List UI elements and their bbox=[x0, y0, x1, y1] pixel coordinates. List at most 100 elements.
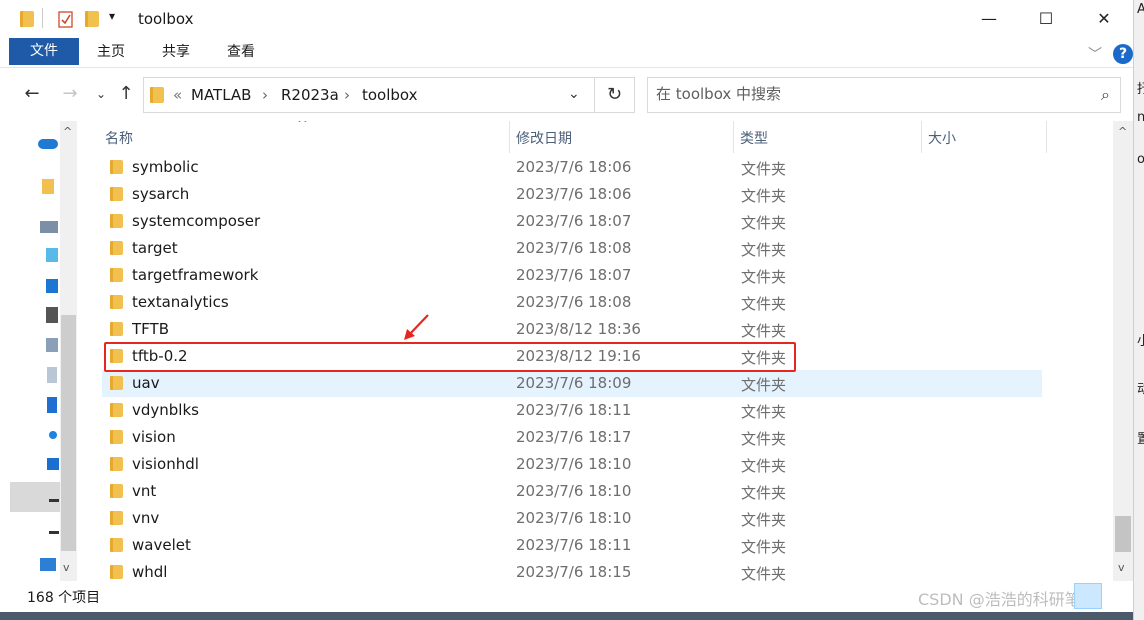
scroll-up-icon[interactable]: ^ bbox=[63, 125, 72, 138]
column-divider[interactable] bbox=[921, 121, 922, 153]
file-row[interactable]: symbolic 2023/7/6 18:06 文件夹 bbox=[102, 154, 1042, 181]
title-bar: ▾ toolbox — ☐ ✕ bbox=[0, 0, 1133, 38]
file-row[interactable]: visionhdl 2023/7/6 18:10 文件夹 bbox=[102, 451, 1042, 478]
column-divider[interactable] bbox=[733, 121, 734, 153]
nav-item-selected[interactable] bbox=[10, 482, 60, 512]
file-row[interactable]: vision 2023/7/6 18:17 文件夹 bbox=[102, 424, 1042, 451]
network-icon[interactable] bbox=[40, 558, 56, 571]
file-type: 文件夹 bbox=[741, 268, 787, 286]
close-button[interactable]: ✕ bbox=[1081, 4, 1127, 34]
background-window-text: n bbox=[1137, 110, 1144, 125]
file-row[interactable]: target 2023/7/6 18:08 文件夹 bbox=[102, 235, 1042, 262]
videos-icon[interactable] bbox=[46, 307, 58, 323]
scroll-down-icon[interactable]: v bbox=[63, 561, 70, 574]
maximize-button[interactable]: ☐ bbox=[1023, 4, 1069, 34]
file-name: uav bbox=[132, 374, 160, 392]
file-name: target bbox=[132, 239, 178, 257]
folder-icon bbox=[110, 187, 123, 201]
file-row[interactable]: vdynblks 2023/7/6 18:11 文件夹 bbox=[102, 397, 1042, 424]
documents-icon[interactable] bbox=[47, 367, 57, 383]
file-row[interactable]: targetframework 2023/7/6 18:07 文件夹 bbox=[102, 262, 1042, 289]
watermark: CSDN @浩浩的科研笔记 bbox=[918, 590, 1097, 609]
drive-icon[interactable] bbox=[49, 499, 59, 502]
music-icon[interactable] bbox=[49, 431, 57, 439]
window-title: toolbox bbox=[138, 10, 194, 28]
search-icon[interactable]: ⌕ bbox=[1101, 85, 1110, 105]
column-header-name[interactable]: 名称 bbox=[105, 128, 133, 148]
objects-3d-icon[interactable] bbox=[46, 248, 58, 262]
file-name: visionhdl bbox=[132, 455, 199, 473]
scroll-down-icon[interactable]: v bbox=[1118, 561, 1125, 574]
column-divider[interactable] bbox=[509, 121, 510, 153]
refresh-button[interactable]: ↻ bbox=[595, 77, 635, 113]
file-row[interactable]: TFTB 2023/8/12 18:36 文件夹 bbox=[102, 316, 1042, 343]
details-view-button[interactable] bbox=[1074, 583, 1102, 609]
folder-icon bbox=[110, 160, 123, 174]
column-header-date[interactable]: 修改日期 bbox=[516, 128, 572, 148]
properties-icon[interactable] bbox=[58, 10, 74, 32]
file-list-scrollbar[interactable]: ^ v bbox=[1113, 121, 1133, 581]
nav-pane-scrollbar[interactable]: ^ v bbox=[60, 121, 77, 581]
this-pc-icon[interactable] bbox=[40, 221, 58, 233]
windows-drive-icon[interactable] bbox=[47, 458, 59, 470]
column-header-size[interactable]: 大小 bbox=[928, 128, 956, 148]
folder-icon bbox=[110, 214, 123, 228]
recent-locations-chevron-icon[interactable]: ⌄ bbox=[89, 87, 113, 101]
annotation-arrow-icon bbox=[404, 314, 429, 340]
forward-arrow-icon[interactable]: → bbox=[58, 83, 82, 104]
address-overflow-icon[interactable]: « bbox=[173, 86, 182, 104]
help-button[interactable]: ? bbox=[1113, 44, 1133, 64]
new-folder-icon[interactable] bbox=[85, 11, 99, 31]
up-arrow-icon[interactable]: ↑ bbox=[114, 83, 138, 104]
breadcrumb-matlab[interactable]: MATLAB bbox=[191, 86, 251, 104]
breadcrumb-r2023a[interactable]: R2023a bbox=[281, 86, 339, 104]
file-name: whdl bbox=[132, 563, 168, 581]
scrollbar-thumb[interactable] bbox=[1115, 516, 1131, 552]
file-row[interactable]: whdl 2023/7/6 18:15 文件夹 bbox=[102, 559, 1042, 581]
breadcrumb-toolbox[interactable]: toolbox bbox=[362, 86, 418, 104]
downloads-icon[interactable] bbox=[47, 397, 57, 413]
search-input[interactable] bbox=[656, 85, 1076, 103]
file-row[interactable]: wavelet 2023/7/6 18:11 文件夹 bbox=[102, 532, 1042, 559]
background-window-text: A bbox=[1137, 2, 1144, 17]
back-arrow-icon[interactable]: ← bbox=[20, 83, 44, 104]
file-type: 文件夹 bbox=[741, 214, 787, 232]
minimize-button[interactable]: — bbox=[966, 4, 1012, 34]
file-date: 2023/7/6 18:10 bbox=[516, 509, 632, 527]
address-bar[interactable]: « MATLAB › R2023a › toolbox ⌄ bbox=[143, 77, 595, 113]
file-row[interactable]: sysarch 2023/7/6 18:06 文件夹 bbox=[102, 181, 1042, 208]
file-date: 2023/7/6 18:07 bbox=[516, 266, 632, 284]
onedrive-icon[interactable] bbox=[38, 139, 58, 149]
scrollbar-thumb[interactable] bbox=[61, 315, 76, 551]
drive-icon[interactable] bbox=[49, 531, 59, 534]
folder-icon[interactable] bbox=[42, 179, 54, 194]
pictures-icon[interactable] bbox=[46, 338, 58, 352]
file-row[interactable]: uav 2023/7/6 18:09 文件夹 bbox=[102, 370, 1042, 397]
customize-qat-chevron-icon[interactable]: ▾ bbox=[109, 9, 115, 23]
file-row[interactable]: vnt 2023/7/6 18:10 文件夹 bbox=[102, 478, 1042, 505]
file-row[interactable]: vnv 2023/7/6 18:10 文件夹 bbox=[102, 505, 1042, 532]
folder-icon bbox=[110, 538, 123, 552]
address-history-chevron-icon[interactable]: ⌄ bbox=[568, 86, 580, 102]
file-explorer-window: ▾ toolbox — ☐ ✕ 文件 主页 共享 查看 ﹀ ? ← → ⌄ ↑ … bbox=[0, 0, 1133, 612]
desktop-icon[interactable] bbox=[46, 279, 58, 293]
file-row[interactable]: textanalytics 2023/7/6 18:08 文件夹 bbox=[102, 289, 1042, 316]
breadcrumb-separator-icon[interactable]: › bbox=[262, 86, 268, 104]
file-row[interactable]: systemcomposer 2023/7/6 18:07 文件夹 bbox=[102, 208, 1042, 235]
search-box[interactable]: ⌕ bbox=[647, 77, 1121, 113]
breadcrumb-separator-icon[interactable]: › bbox=[344, 86, 350, 104]
column-header-type[interactable]: 类型 bbox=[740, 128, 768, 148]
file-name: systemcomposer bbox=[132, 212, 261, 230]
expand-ribbon-chevron-icon[interactable]: ﹀ bbox=[1088, 44, 1102, 64]
column-divider[interactable] bbox=[1046, 121, 1047, 153]
ribbon-tabs: 文件 主页 共享 查看 ﹀ ? bbox=[0, 38, 1133, 68]
tab-home[interactable]: 主页 bbox=[86, 38, 136, 67]
file-name: vision bbox=[132, 428, 176, 446]
background-window-text: 小 bbox=[1137, 330, 1144, 349]
tab-share[interactable]: 共享 bbox=[151, 38, 201, 67]
file-date: 2023/7/6 18:17 bbox=[516, 428, 632, 446]
tab-file[interactable]: 文件 bbox=[9, 38, 79, 65]
folder-icon bbox=[110, 295, 123, 309]
scroll-up-icon[interactable]: ^ bbox=[1118, 125, 1127, 138]
tab-view[interactable]: 查看 bbox=[216, 38, 266, 67]
